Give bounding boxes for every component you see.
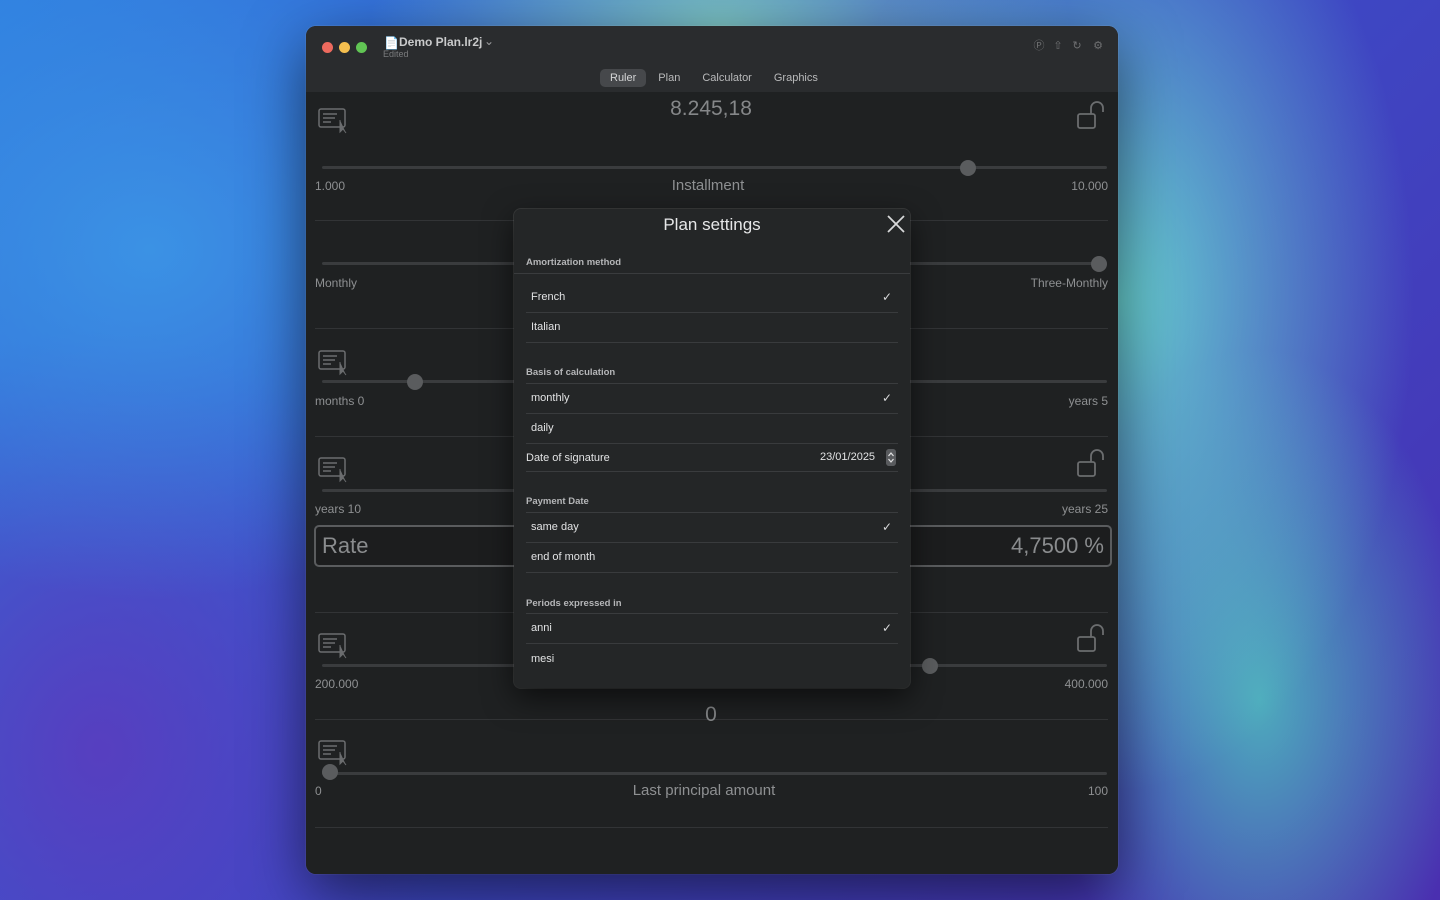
unlock-icon[interactable] [1076,448,1108,480]
amount-slider-knob[interactable] [921,658,938,674]
checkmark-icon: ✓ [881,520,892,534]
option-end-of-month[interactable]: end of month [526,543,898,573]
section-header-payment-date: Payment Date [526,496,589,507]
last-principal-min-label: 0 [315,784,322,798]
document-title[interactable]: Demo Plan.lr2j [399,35,482,49]
zoom-window-button[interactable] [356,42,367,53]
installment-label: Installment [671,177,745,194]
option-daily[interactable]: daily [526,414,898,444]
option-label: mesi [531,653,555,665]
minimize-window-button[interactable] [339,42,350,53]
date-of-signature-label: Date of signature [526,452,610,464]
document-icon: 📄 [384,36,399,50]
option-label: French [531,291,566,303]
row-separator [315,827,1108,828]
row-divider [526,342,898,343]
chevron-down-icon[interactable]: ⌄ [484,34,494,48]
option-label: anni [531,622,552,634]
checkmark-icon: ✓ [881,290,892,304]
checkmark-icon: ✓ [881,391,892,405]
section-header-basis: Basis of calculation [526,367,616,378]
tab-plan[interactable]: Plan [648,69,690,87]
frequency-slider-knob[interactable] [1091,256,1107,272]
section-divider [514,273,910,274]
app-window: 📄 Demo Plan.lr2j ⌄ Edited Ⓟ ⇧ ↻ ⚙ Ruler … [306,26,1118,874]
section-divider [526,471,898,472]
installment-slider-track[interactable] [322,166,1107,169]
amount-min-label: 200.000 [315,677,359,691]
tab-ruler[interactable]: Ruler [600,69,647,87]
option-italian[interactable]: Italian [526,313,898,343]
date-of-signature-field[interactable]: 23/01/2025 [820,451,875,463]
option-label: same day [531,521,579,533]
option-french[interactable]: French ✓ [526,283,898,313]
section-header-periods: Periods expressed in [526,598,622,609]
plan-settings-dialog: Plan settings Amortization method French… [514,209,910,688]
option-label: Italian [531,321,561,333]
unlock-icon[interactable] [1076,100,1108,132]
last-principal-slider-knob[interactable] [322,764,338,780]
close-icon[interactable] [885,213,907,235]
option-anni[interactable]: anni ✓ [526,614,898,644]
rate-value[interactable]: 4,7500 % [1011,533,1104,559]
last-principal-slider-track[interactable] [322,772,1107,775]
edit-card-icon[interactable] [318,631,348,659]
row-divider [526,643,898,644]
date-stepper-icon[interactable] [886,449,896,466]
option-same-day[interactable]: same day ✓ [526,513,898,543]
last-principal-label: Last principal amount [632,782,776,799]
duration-max-label: years 25 [1061,502,1108,516]
duration-min-label: years 10 [315,502,362,516]
edit-card-icon[interactable] [318,106,348,134]
info-icon[interactable]: Ⓟ [1033,40,1045,52]
share-icon[interactable]: ⇧ [1052,40,1064,52]
settings-icon[interactable]: ⚙ [1092,40,1104,52]
row-divider [526,443,898,444]
edit-card-icon[interactable] [318,455,348,483]
title-bar: 📄 Demo Plan.lr2j ⌄ Edited Ⓟ ⇧ ↻ ⚙ Ruler … [306,26,1118,92]
section-header-amortization: Amortization method [526,257,621,268]
dialog-title: Plan settings [663,215,761,234]
close-window-button[interactable] [322,42,333,53]
refresh-icon[interactable]: ↻ [1071,40,1083,52]
option-label: daily [531,422,554,434]
frequency-min-label: Monthly [315,276,358,290]
amount-max-label: 400.000 [1064,677,1108,691]
checkmark-icon: ✓ [881,621,892,635]
installment-min-label: 1.000 [315,179,346,193]
option-label: monthly [531,392,570,404]
preamortization-max-label: years 5 [1068,394,1108,408]
installment-value[interactable]: 8.245,18 [611,97,811,121]
view-tabs: Ruler Plan Calculator Graphics [600,69,828,87]
edit-card-icon[interactable] [318,348,348,376]
option-label: end of month [531,551,596,563]
document-status: Edited [383,49,409,59]
installment-slider-knob[interactable] [960,160,977,176]
last-principal-value[interactable]: 0 [611,703,811,727]
edit-card-icon[interactable] [318,738,348,766]
preamortization-slider-knob[interactable] [406,374,423,390]
frequency-max-label: Three-Monthly [1030,276,1108,290]
installment-max-label: 10.000 [1071,179,1108,193]
preamortization-min-label: months 0 [315,394,365,408]
unlock-icon[interactable] [1076,623,1108,655]
row-divider [526,572,898,573]
rate-label: Rate [322,533,369,558]
tab-graphics[interactable]: Graphics [764,69,828,87]
option-mesi[interactable]: mesi [526,645,898,675]
last-principal-max-label: 100 [1087,784,1108,798]
option-monthly[interactable]: monthly ✓ [526,384,898,414]
tab-calculator[interactable]: Calculator [692,69,762,87]
